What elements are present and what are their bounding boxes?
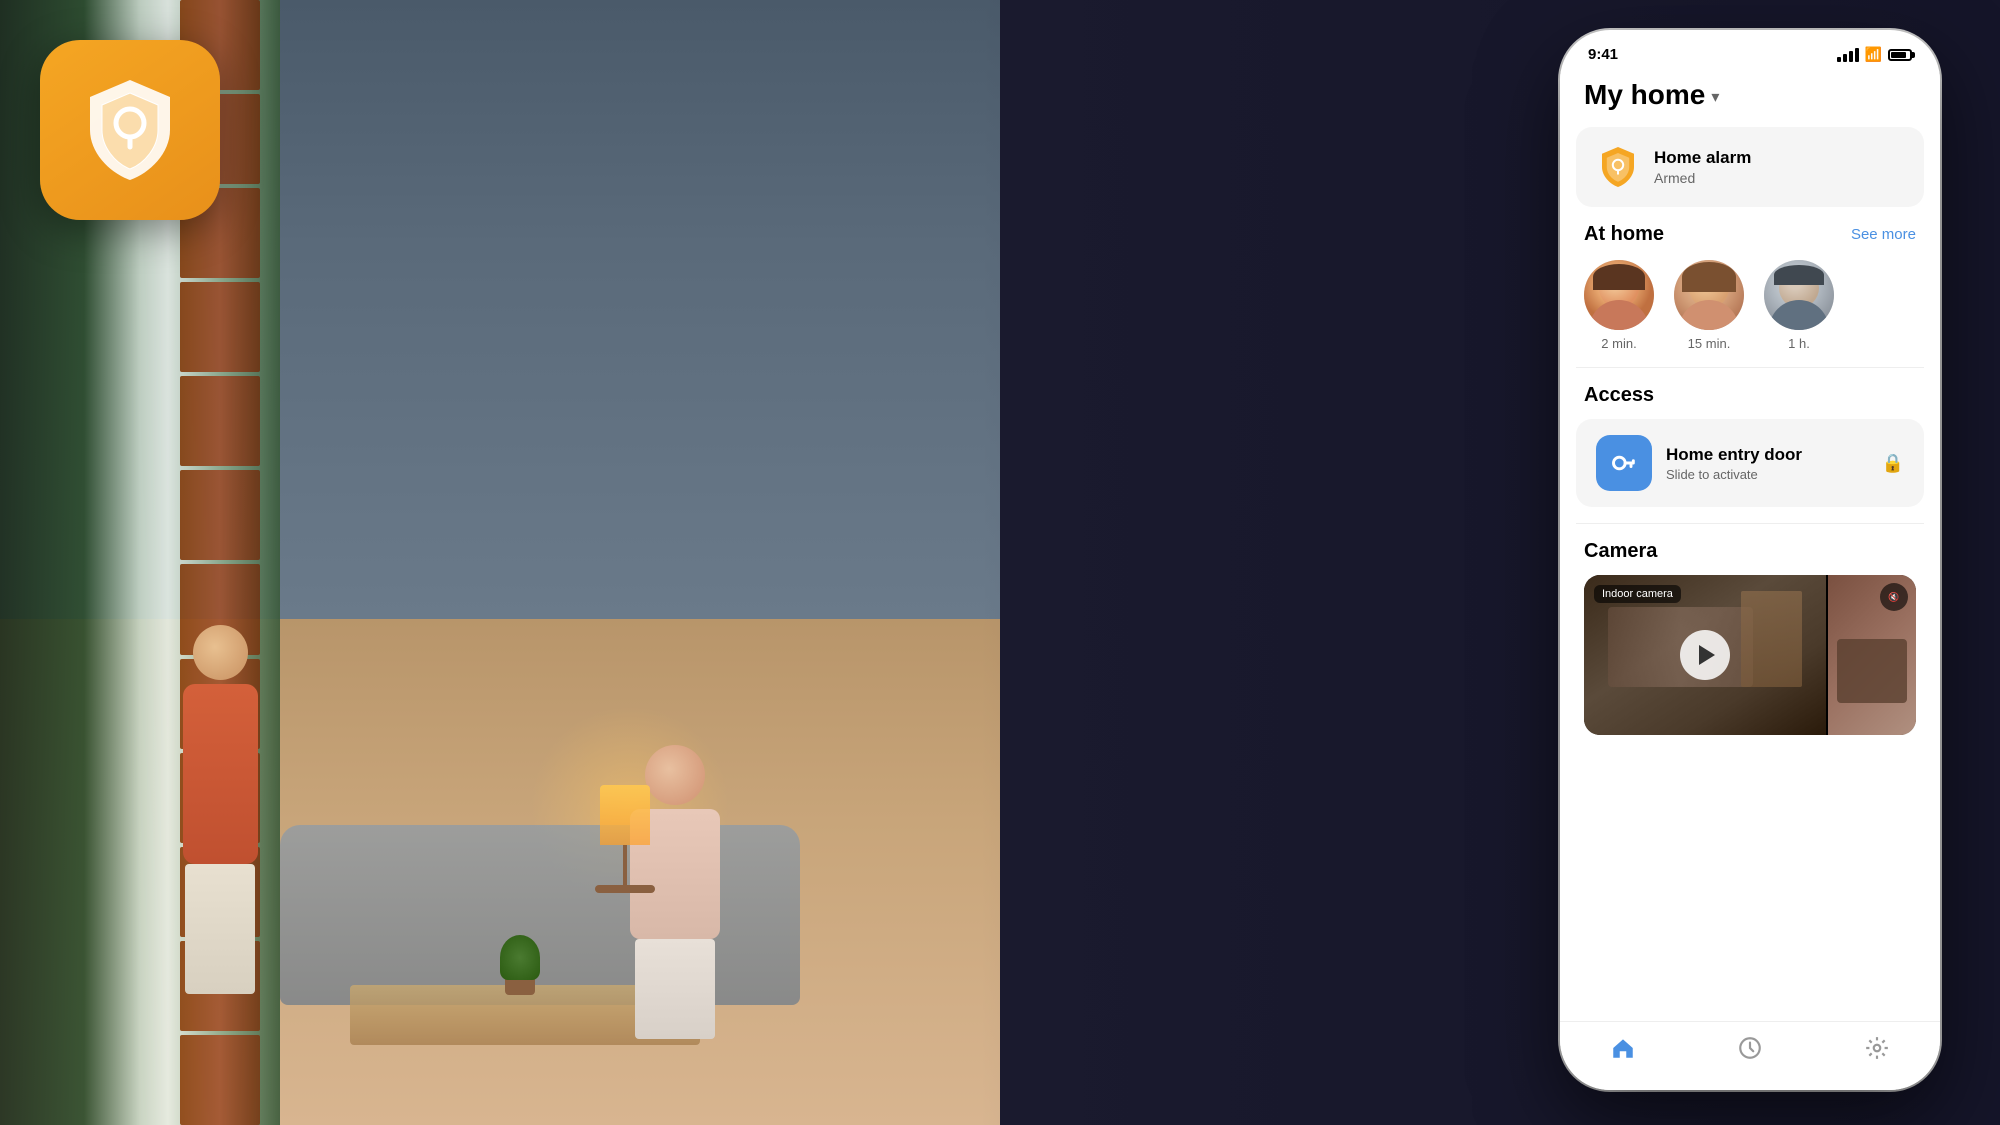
camera-preview[interactable]: Indoor camera 🔇 bbox=[1584, 575, 1916, 735]
avatar-2 bbox=[1674, 260, 1744, 330]
phone-header: My home ▾ bbox=[1560, 71, 1940, 127]
section-divider-2 bbox=[1576, 523, 1924, 524]
home-icon bbox=[1610, 1035, 1636, 1061]
mute-icon: 🔇 bbox=[1888, 592, 1899, 603]
key-icon bbox=[1610, 449, 1638, 477]
signal-bar-2 bbox=[1843, 54, 1847, 62]
face-2 bbox=[1674, 260, 1744, 330]
camera-main-feed[interactable]: Indoor camera bbox=[1584, 575, 1826, 735]
app-icon bbox=[40, 40, 220, 220]
access-section-header: Access bbox=[1560, 384, 1940, 419]
play-button[interactable] bbox=[1680, 630, 1730, 680]
alarm-shield-icon bbox=[1598, 145, 1638, 189]
person-item-2[interactable]: 15 min. bbox=[1674, 260, 1744, 351]
settings-nav-icon[interactable] bbox=[1863, 1034, 1891, 1062]
signal-bar-4 bbox=[1855, 48, 1859, 62]
home-dropdown-chevron[interactable]: ▾ bbox=[1711, 87, 1719, 107]
nav-settings[interactable] bbox=[1863, 1034, 1891, 1062]
nav-history[interactable] bbox=[1736, 1034, 1764, 1062]
time-display: 9:41 bbox=[1588, 46, 1618, 63]
signal-bar-3 bbox=[1849, 51, 1853, 62]
face-3 bbox=[1764, 260, 1834, 330]
camera-side-feed[interactable]: 🔇 bbox=[1826, 575, 1916, 735]
face-1 bbox=[1584, 260, 1654, 330]
shield-icon bbox=[80, 75, 180, 185]
person-item-1[interactable]: 2 min. bbox=[1584, 260, 1654, 351]
avatar-1 bbox=[1584, 260, 1654, 330]
person-2-time: 15 min. bbox=[1688, 336, 1731, 351]
wifi-icon: 📶 bbox=[1865, 46, 1882, 63]
see-more-button[interactable]: See more bbox=[1851, 226, 1916, 243]
door-name: Home entry door bbox=[1666, 445, 1868, 465]
home-title-row[interactable]: My home ▾ bbox=[1584, 79, 1916, 111]
status-bar: 9:41 📶 bbox=[1560, 30, 1940, 71]
people-row: 2 min. 15 min. bbox=[1584, 260, 1916, 351]
access-card[interactable]: Home entry door Slide to activate 🔒 bbox=[1576, 419, 1924, 507]
person-item-3[interactable]: 1 h. bbox=[1764, 260, 1834, 351]
bottom-nav bbox=[1560, 1021, 1940, 1090]
alarm-icon-wrap bbox=[1596, 145, 1640, 189]
alarm-title: Home alarm bbox=[1654, 148, 1751, 168]
home-title: My home bbox=[1584, 79, 1705, 111]
avatar-3 bbox=[1764, 260, 1834, 330]
history-icon bbox=[1737, 1035, 1763, 1061]
nav-home[interactable] bbox=[1609, 1034, 1637, 1062]
alarm-status: Armed bbox=[1654, 170, 1751, 186]
at-home-section: At home See more 2 min. bbox=[1560, 223, 1940, 351]
battery-icon bbox=[1888, 49, 1912, 61]
alarm-card[interactable]: Home alarm Armed bbox=[1576, 127, 1924, 207]
at-home-header: At home See more bbox=[1584, 223, 1916, 246]
phone-content[interactable]: My home ▾ Home alarm Armed At ho bbox=[1560, 71, 1940, 1021]
alarm-info: Home alarm Armed bbox=[1654, 148, 1751, 186]
play-icon bbox=[1699, 645, 1715, 665]
door-access-icon[interactable] bbox=[1596, 435, 1652, 491]
door-action: Slide to activate bbox=[1666, 467, 1868, 482]
person-1-time: 2 min. bbox=[1601, 336, 1636, 351]
camera-label: Indoor camera bbox=[1594, 585, 1681, 603]
status-icons: 📶 bbox=[1837, 46, 1912, 63]
phone-frame: 9:41 📶 My home ▾ bbox=[1560, 30, 1940, 1090]
door-access-info: Home entry door Slide to activate bbox=[1666, 445, 1868, 482]
plant bbox=[500, 935, 540, 995]
signal-icon bbox=[1837, 48, 1859, 62]
home-nav-icon[interactable] bbox=[1609, 1034, 1637, 1062]
camera-section-title: Camera bbox=[1584, 540, 1916, 563]
figure-man bbox=[175, 625, 265, 975]
signal-bar-1 bbox=[1837, 57, 1841, 62]
mute-button[interactable]: 🔇 bbox=[1880, 583, 1908, 611]
lamp bbox=[610, 785, 640, 885]
battery-fill bbox=[1891, 52, 1906, 58]
settings-icon bbox=[1864, 1035, 1890, 1061]
lock-icon: 🔒 bbox=[1882, 453, 1904, 474]
access-title: Access bbox=[1584, 384, 1654, 406]
at-home-title: At home bbox=[1584, 223, 1664, 246]
section-divider-1 bbox=[1576, 367, 1924, 368]
camera-section: Camera Indoor camera bbox=[1560, 540, 1940, 735]
person-3-time: 1 h. bbox=[1788, 336, 1810, 351]
history-nav-icon[interactable] bbox=[1736, 1034, 1764, 1062]
